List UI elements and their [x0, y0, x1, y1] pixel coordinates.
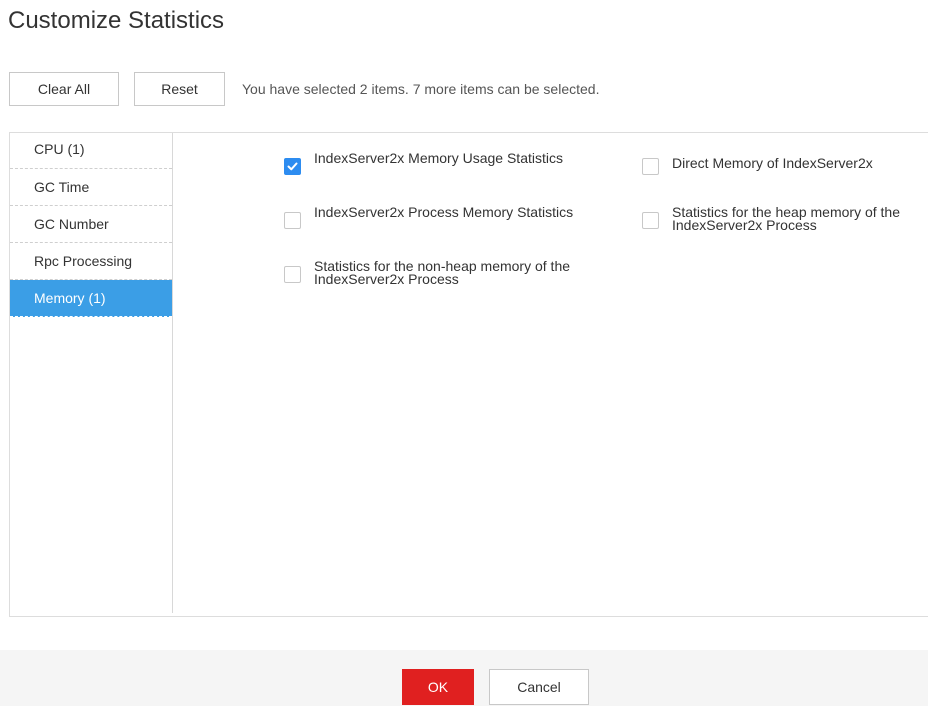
checkbox-unchecked[interactable] — [284, 266, 301, 283]
option-label: Statistics for the non-heap memory of th… — [314, 258, 571, 287]
statistics-panel: CPU (1) GC Time GC Number Rpc Processing… — [9, 132, 928, 617]
option-label: IndexServer2x Memory Usage Statistics — [314, 150, 563, 166]
cancel-button[interactable]: Cancel — [489, 669, 589, 705]
ok-button[interactable]: OK — [402, 669, 474, 705]
category-item-gc-number[interactable]: GC Number — [10, 206, 172, 243]
option-label: Direct Memory of IndexServer2x — [672, 155, 873, 171]
category-list: CPU (1) GC Time GC Number Rpc Processing… — [10, 133, 173, 613]
checkbox-unchecked[interactable] — [642, 158, 659, 175]
checkbox-unchecked[interactable] — [284, 212, 301, 229]
category-item-memory[interactable]: Memory (1) — [10, 280, 172, 317]
selection-info-text: You have selected 2 items. 7 more items … — [242, 81, 600, 97]
reset-button[interactable]: Reset — [134, 72, 225, 106]
category-item-rpc-processing[interactable]: Rpc Processing — [10, 243, 172, 280]
option-label: IndexServer2x Process Memory Statistics — [314, 204, 574, 220]
dialog-footer: OK Cancel — [0, 650, 928, 706]
option-label: Statistics for the heap memory of the In… — [672, 204, 900, 233]
checkmark-icon — [287, 162, 298, 171]
category-item-gc-time[interactable]: GC Time — [10, 169, 172, 206]
customize-statistics-dialog: Customize Statistics Clear All Reset You… — [0, 0, 928, 706]
category-item-cpu[interactable]: CPU (1) — [10, 133, 172, 169]
checkbox-checked[interactable] — [284, 158, 301, 175]
clear-all-button[interactable]: Clear All — [9, 72, 119, 106]
checkbox-unchecked[interactable] — [642, 212, 659, 229]
dialog-title: Customize Statistics — [8, 7, 225, 34]
